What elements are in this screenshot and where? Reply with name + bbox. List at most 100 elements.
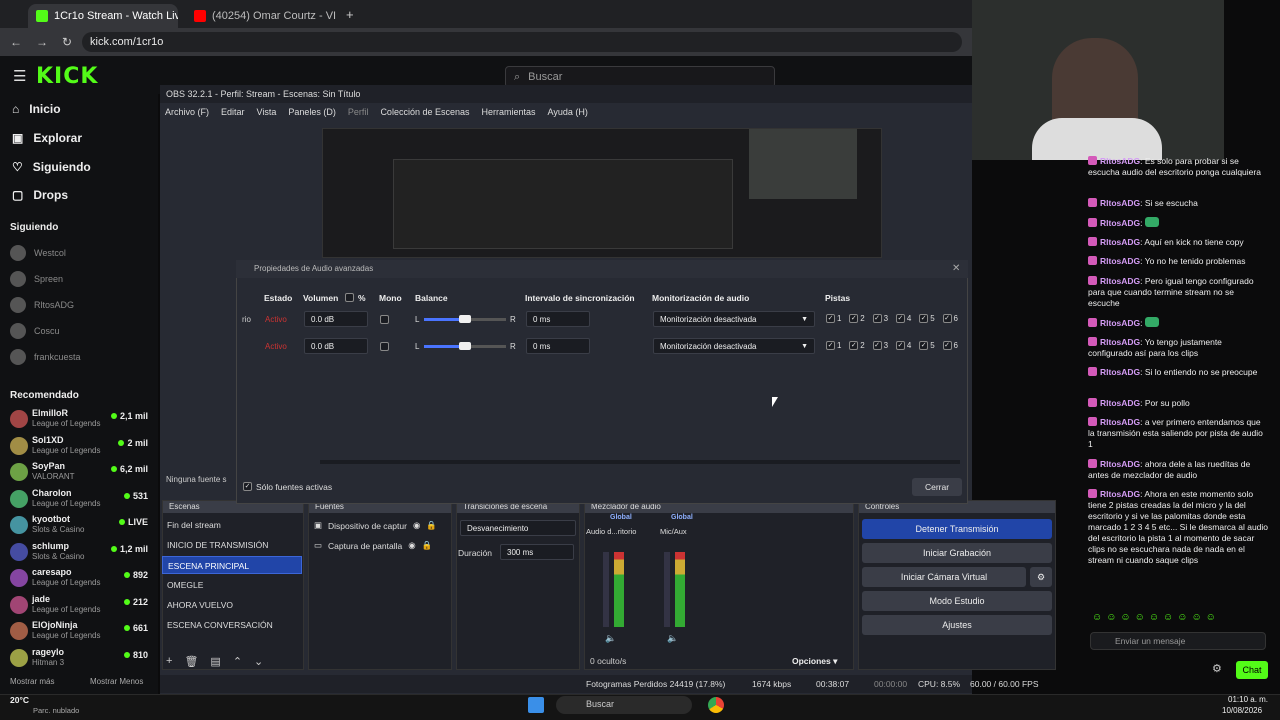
following-item[interactable]: Spreen [10, 271, 150, 287]
scene-item[interactable]: Fin del stream [162, 516, 302, 534]
show-less-link[interactable]: Mostrar Menos [90, 677, 143, 686]
mixer-tab[interactable]: Global [671, 514, 693, 521]
duration-field[interactable]: 300 ms [500, 544, 574, 560]
transition-select[interactable]: Desvanecimiento [460, 520, 576, 536]
start-virtual-cam-button[interactable]: Iniciar Cámara Virtual [862, 567, 1026, 587]
tab-youtube[interactable]: (40254) Omar Courtz - VISI [186, 4, 336, 28]
recommended-channel[interactable]: schlump Slots & Casino 1,2 mil [10, 539, 148, 565]
chat-username[interactable]: RltosADG [1100, 218, 1140, 228]
track-checkbox[interactable]: ✓ [942, 341, 952, 350]
horizontal-scrollbar[interactable] [320, 460, 960, 464]
chrome-icon[interactable] [708, 697, 724, 713]
balance-slider-handle[interactable] [459, 342, 471, 350]
recommended-channel[interactable]: Sol1XD League of Legends 2 mil [10, 433, 148, 459]
track-checkbox[interactable]: ✓ [826, 341, 835, 350]
track-toggle[interactable]: ✓ 5 [919, 314, 935, 323]
scene-item[interactable]: ESCENA PRINCIPAL [162, 556, 302, 574]
volume-slider[interactable] [603, 552, 609, 627]
back-icon[interactable]: ← [10, 35, 22, 49]
volume-field[interactable]: 0.0 dB [304, 338, 368, 354]
recommended-channel[interactable]: rageylo Hitman 3 810 [10, 645, 148, 671]
chat-send-button[interactable]: Chat [1236, 661, 1268, 679]
source-item[interactable]: ▣ Dispositivo de captur ◉ 🔒 [314, 520, 437, 531]
mono-checkbox[interactable] [380, 342, 389, 351]
track-toggle[interactable]: ✓ 3 [872, 341, 888, 350]
settings-button[interactable]: Ajustes [862, 615, 1052, 635]
recommended-channel[interactable]: caresapo League of Legends 892 [10, 565, 148, 591]
scene-item[interactable]: INICIO DE TRANSMISIÓN [162, 536, 302, 554]
track-toggle[interactable]: ✓ 1 [826, 341, 841, 350]
emote-bar[interactable]: ☺☺☺☺☺☺☺☺☺ [1092, 612, 1220, 623]
nav-drops[interactable]: ▢ Drops [12, 188, 68, 202]
studio-mode-button[interactable]: Modo Estudio [862, 591, 1052, 611]
menu-coleccion[interactable]: Colección de Escenas [380, 107, 469, 117]
chat-username[interactable]: RltosADG [1100, 337, 1140, 347]
track-toggle[interactable]: ✓ 5 [919, 341, 935, 350]
reload-icon[interactable]: ↻ [62, 35, 72, 49]
menu-editar[interactable]: Editar [221, 107, 245, 117]
chat-username[interactable]: RltosADG [1100, 417, 1140, 427]
monitoring-select[interactable]: Monitorización desactivada ▼ [653, 311, 815, 327]
mono-checkbox[interactable] [380, 315, 389, 324]
track-toggle[interactable]: ✓ 3 [872, 314, 888, 323]
kick-logo[interactable]: KICK [36, 64, 98, 89]
chat-username[interactable]: RltosADG [1100, 489, 1140, 499]
up-icon[interactable]: ⌃ [233, 655, 242, 668]
recommended-channel[interactable]: ElmilloR League of Legends 2,1 mil [10, 406, 148, 432]
sync-offset-field[interactable]: 0 ms [526, 311, 590, 327]
stop-stream-button[interactable]: Detener Transmisión [862, 519, 1052, 539]
following-item[interactable]: Westcol [10, 245, 150, 261]
menu-herramientas[interactable]: Herramientas [482, 107, 536, 117]
volume-slider[interactable] [664, 552, 670, 627]
start-recording-button[interactable]: Iniciar Grabación [862, 543, 1052, 563]
forward-icon[interactable]: → [36, 35, 48, 49]
chat-username[interactable]: RltosADG [1100, 398, 1140, 408]
menu-paneles[interactable]: Paneles (D) [288, 107, 336, 117]
nav-inicio[interactable]: ⌂ Inicio [12, 102, 61, 116]
track-checkbox[interactable]: ✓ [895, 341, 905, 350]
close-button[interactable]: Cerrar [912, 478, 962, 496]
close-icon[interactable]: ✕ [952, 263, 960, 274]
track-checkbox[interactable]: ✓ [872, 341, 882, 350]
chat-username[interactable]: RltosADG [1100, 459, 1140, 469]
gear-icon[interactable]: ⚙ [1030, 567, 1052, 587]
taskbar-search[interactable]: Buscar [556, 696, 692, 714]
down-icon[interactable]: ⌄ [254, 655, 263, 668]
chat-username[interactable]: RltosADG [1100, 276, 1140, 286]
menu-icon[interactable]: ☰ [13, 67, 26, 85]
add-icon[interactable]: + [166, 655, 172, 668]
show-more-link[interactable]: Mostrar más [10, 677, 54, 686]
menu-vista[interactable]: Vista [257, 107, 277, 117]
mixer-tab[interactable]: Global [610, 514, 632, 521]
lock-icon[interactable]: 🔒 [426, 520, 437, 531]
menu-ayuda[interactable]: Ayuda (H) [548, 107, 588, 117]
percent-checkbox[interactable] [345, 293, 354, 302]
recommended-channel[interactable]: ElOjoNinja League of Legends 661 [10, 618, 148, 644]
track-toggle[interactable]: ✓ 2 [849, 341, 865, 350]
track-checkbox[interactable]: ✓ [919, 341, 929, 350]
menu-perfil[interactable]: Perfil [348, 107, 369, 117]
track-toggle[interactable]: ✓ 4 [895, 314, 911, 323]
track-checkbox[interactable]: ✓ [849, 341, 859, 350]
chat-username[interactable]: RltosADG [1100, 198, 1140, 208]
chat-username[interactable]: RltosADG [1100, 318, 1140, 328]
weather-temp[interactable]: 20°C [10, 695, 29, 705]
lock-icon[interactable]: 🔒 [422, 540, 433, 551]
scene-item[interactable]: ESCENA CONVERSACIÓN [162, 616, 302, 634]
track-checkbox[interactable]: ✓ [942, 314, 952, 323]
speaker-icon[interactable]: 🔈 [667, 633, 678, 644]
track-checkbox[interactable]: ✓ [826, 314, 835, 323]
url-field[interactable]: kick.com/1cr1o [82, 32, 962, 52]
chat-username[interactable]: RltosADG [1100, 156, 1140, 166]
settings-icon[interactable]: ⚙ [1212, 662, 1222, 675]
track-toggle[interactable]: ✓ 6 [942, 314, 958, 323]
new-tab-icon[interactable]: + [346, 7, 354, 22]
tab-kick[interactable]: 1Cr1o Stream - Watch Live on K [28, 4, 178, 28]
active-only-checkbox[interactable]: ✓ [243, 482, 252, 491]
source-item[interactable]: ▭ Captura de pantalla ◉ 🔒 [314, 540, 432, 551]
track-checkbox[interactable]: ✓ [895, 314, 905, 323]
track-checkbox[interactable]: ✓ [919, 314, 929, 323]
chat-input[interactable]: Enviar un mensaje [1090, 632, 1266, 650]
recommended-channel[interactable]: SoyPan VALORANT 6,2 mil [10, 459, 148, 485]
nav-siguiendo[interactable]: ♡ Siguiendo [12, 160, 91, 174]
